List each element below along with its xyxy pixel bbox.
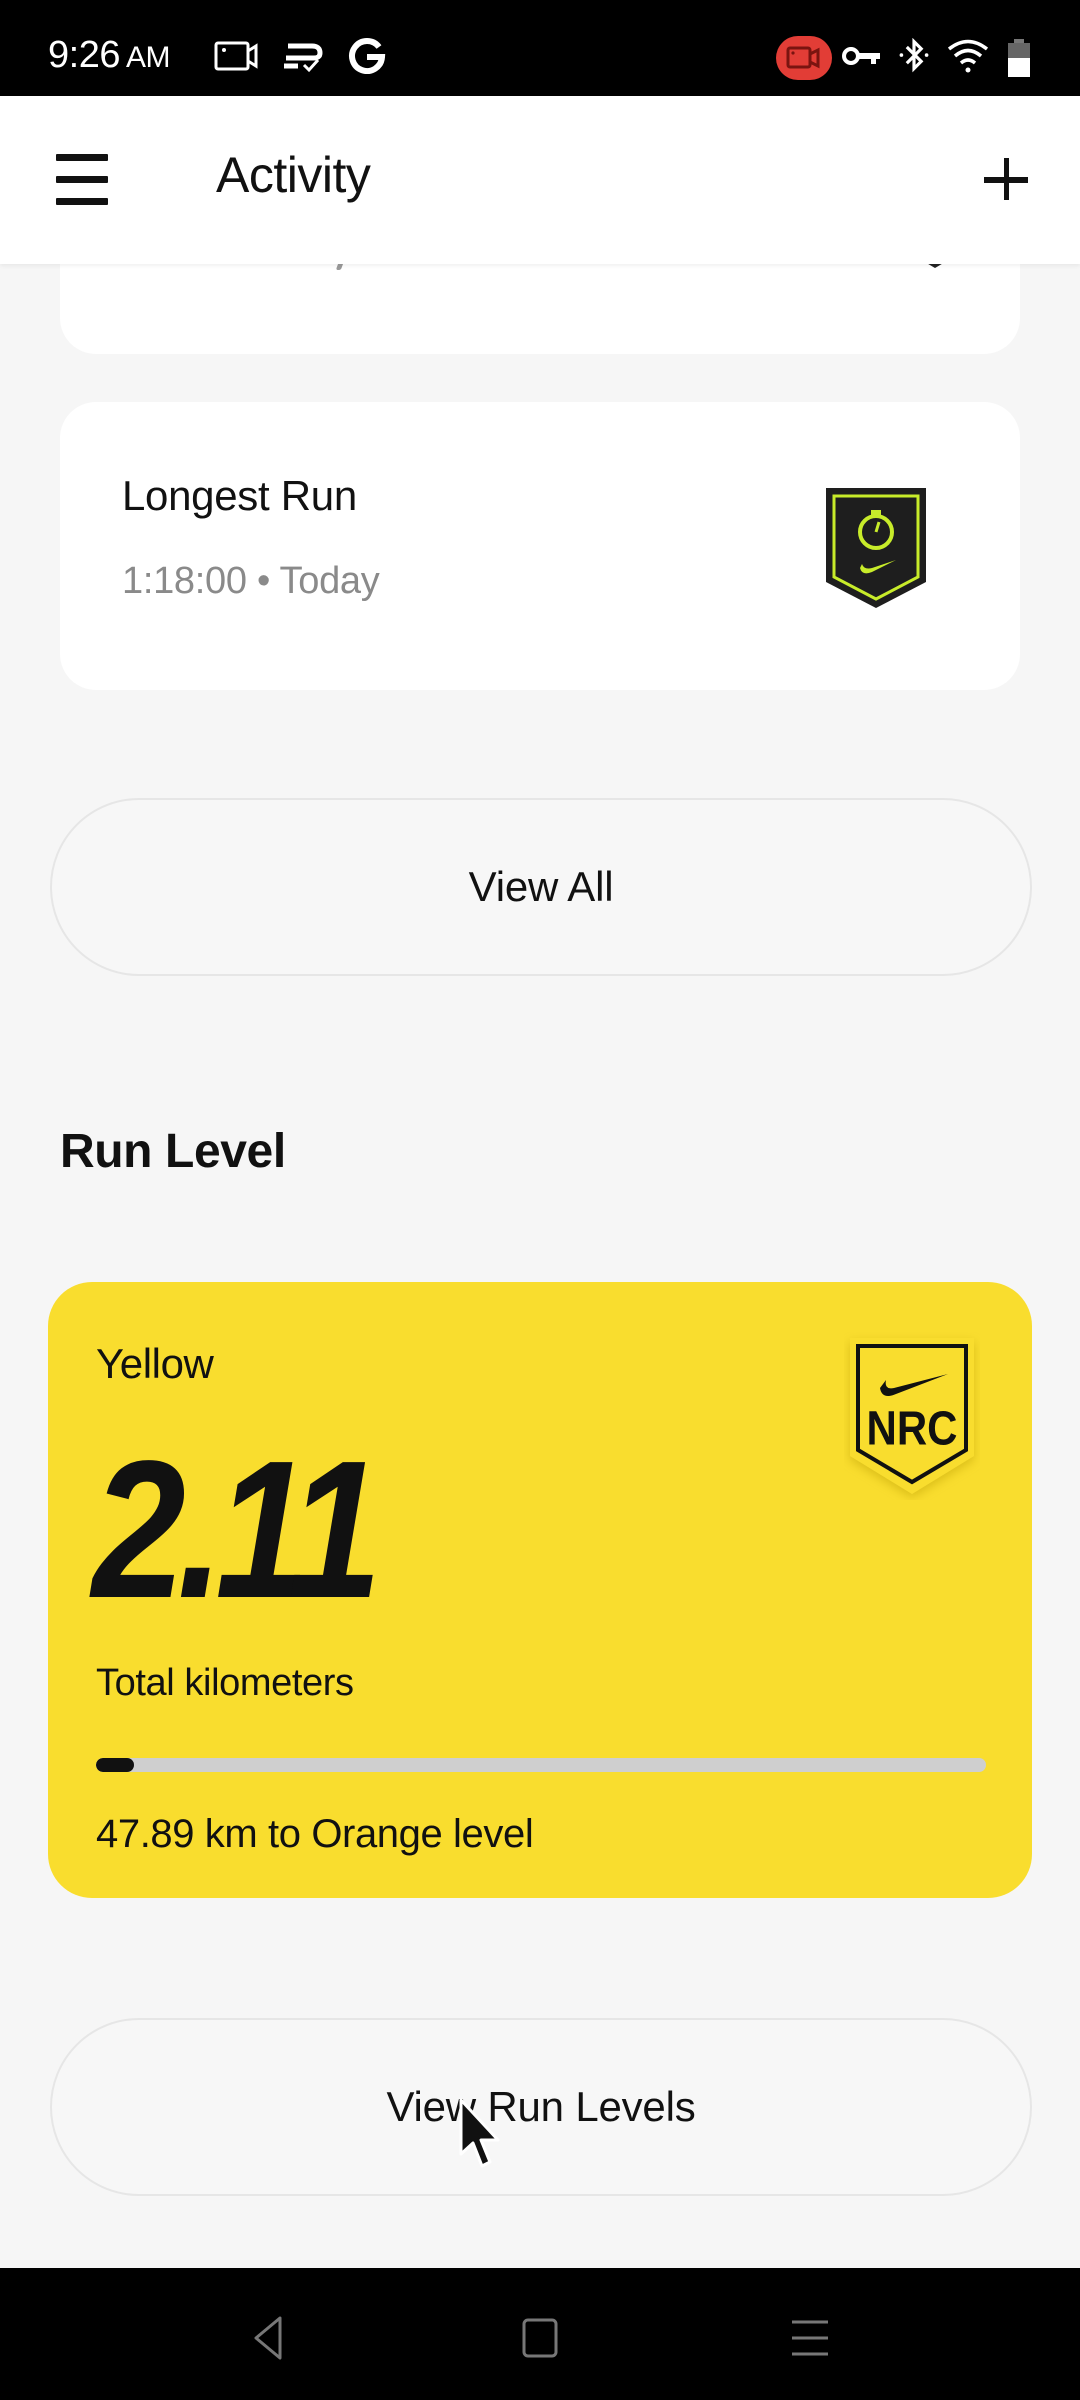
google-icon xyxy=(349,38,386,74)
sync-check-icon xyxy=(284,43,323,73)
level-name: Yellow xyxy=(96,1340,214,1387)
level-progress-fill xyxy=(96,1758,134,1772)
nrc-badge-icon: NRC xyxy=(850,1338,974,1494)
separator-dot: • xyxy=(256,560,270,602)
achievement-subtitle: 1:18:00 • Today xyxy=(122,560,380,603)
recents-icon[interactable] xyxy=(770,2298,850,2378)
mouse-cursor-icon xyxy=(459,2098,500,2168)
time-value: 9:26 xyxy=(48,34,120,76)
recording-indicator-icon xyxy=(776,36,832,80)
home-icon[interactable] xyxy=(500,2298,580,2378)
battery-icon xyxy=(1008,39,1030,77)
achievement-card-longest-run[interactable]: Longest Run 1:18:00 • Today xyxy=(60,402,1020,690)
plus-icon[interactable] xyxy=(980,154,1034,208)
screen-record-icon xyxy=(214,41,258,71)
total-distance-value: 2.11 xyxy=(92,1420,382,1639)
system-nav-bar xyxy=(0,2268,1080,2400)
achievement-date: Today xyxy=(279,560,380,602)
distance-unit-label: Total kilometers xyxy=(96,1662,354,1704)
run-level-card[interactable]: Yellow 2.11 Total kilometers 47.89 km to… xyxy=(48,1282,1032,1898)
vpn-key-icon xyxy=(842,47,880,65)
stopwatch-badge-icon xyxy=(826,488,926,608)
page-title: Activity xyxy=(216,147,371,203)
status-time: 9:26 AM xyxy=(48,34,170,77)
hamburger-menu-icon[interactable] xyxy=(52,154,112,206)
view-all-button[interactable]: View All xyxy=(50,798,1032,976)
time-ampm: AM xyxy=(125,41,171,74)
nrc-badge-text: NRC xyxy=(867,1401,958,1455)
back-icon[interactable] xyxy=(226,2298,306,2378)
achievement-title: Longest Run xyxy=(122,472,357,519)
view-run-levels-button[interactable]: View Run Levels xyxy=(50,2018,1032,2196)
app-bar: Activity xyxy=(0,96,1080,264)
level-progress-bar xyxy=(96,1758,986,1772)
wifi-icon xyxy=(947,39,989,73)
run-level-heading: Run Level xyxy=(60,1125,286,1178)
bluetooth-icon xyxy=(899,38,929,73)
status-bar: 9:26 AM xyxy=(0,0,1080,96)
remaining-distance-text: 47.89 km to Orange level xyxy=(96,1812,534,1856)
achievement-value: 1:18:00 xyxy=(122,560,247,602)
